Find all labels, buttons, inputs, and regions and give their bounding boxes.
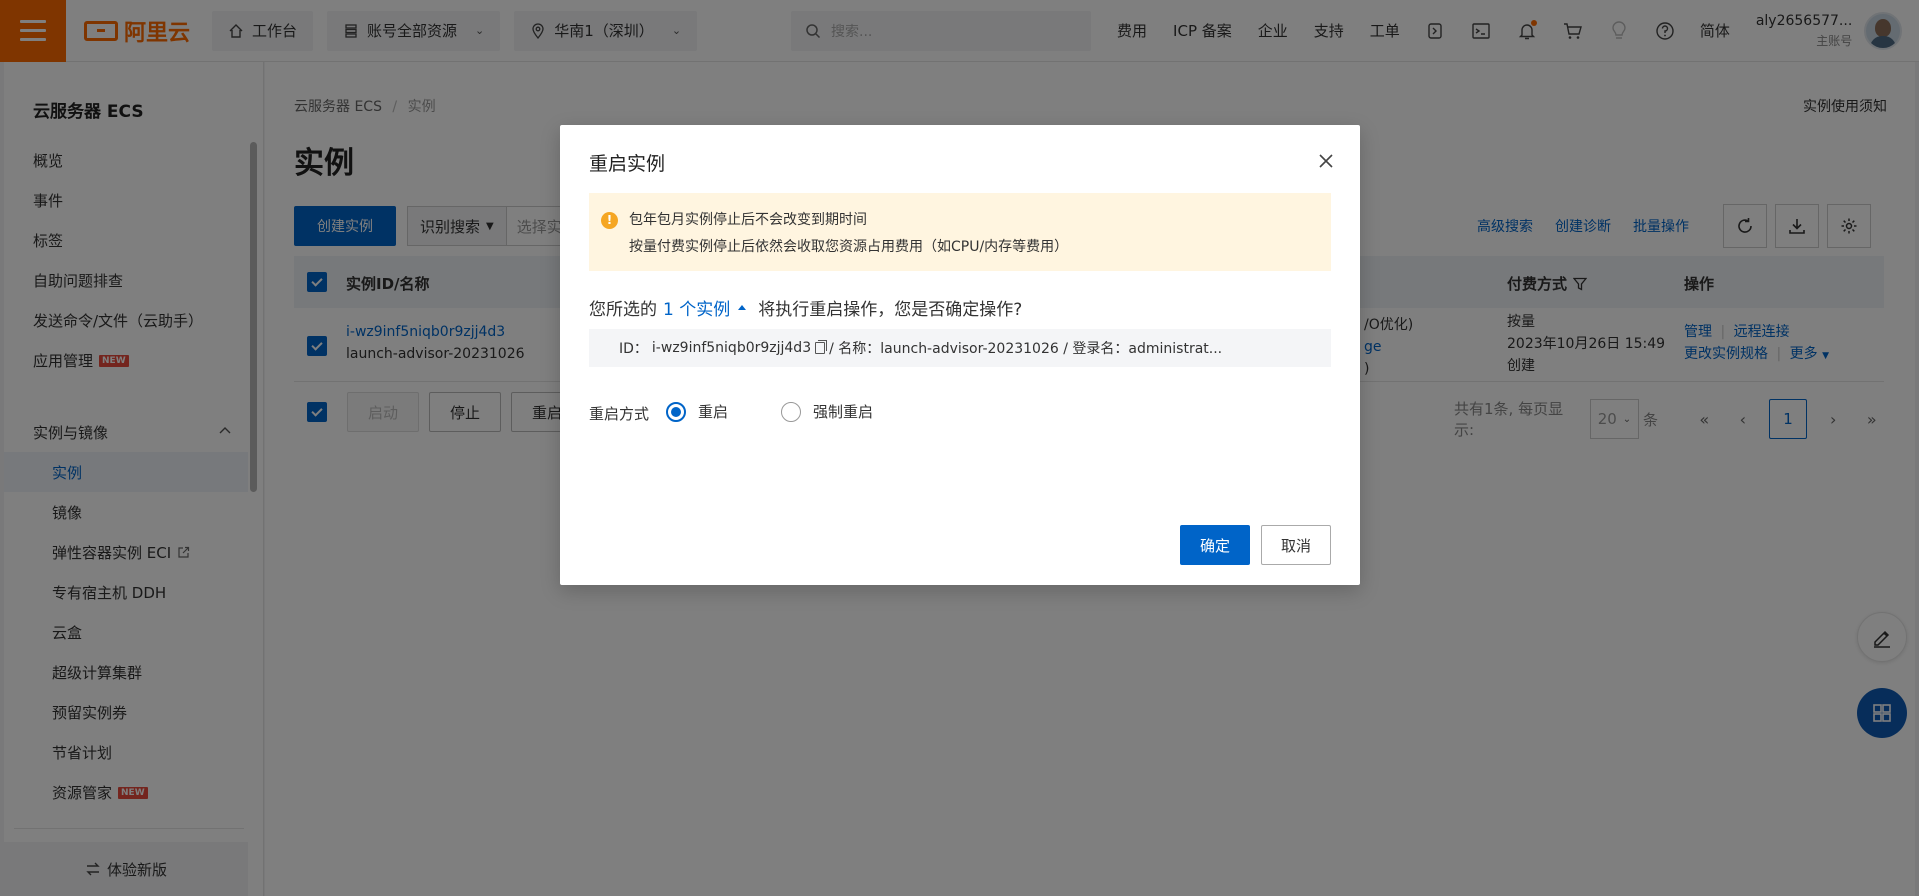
radio-restart[interactable]: 重启 bbox=[666, 401, 728, 422]
caret-up-icon[interactable] bbox=[738, 305, 747, 310]
id-label: ID： bbox=[619, 341, 648, 357]
radio-unselected-indicator[interactable] bbox=[781, 401, 801, 422]
copy-icon[interactable] bbox=[815, 340, 828, 354]
warning-notice: ! 包年包月实例停止后不会改变到期时间 按量付费实例停止后依然会收取您资源占用费… bbox=[589, 193, 1331, 271]
close-icon[interactable] bbox=[1316, 151, 1336, 171]
radio-selected-indicator[interactable] bbox=[666, 401, 686, 422]
selected-count-toggle[interactable]: 1 个实例 bbox=[663, 295, 730, 320]
warning-line-1: 包年包月实例停止后不会改变到期时间 bbox=[629, 212, 867, 228]
instance-id-value: i-wz9inf5niqb0r9zjj4d3 bbox=[651, 340, 812, 356]
radio-force-restart[interactable]: 强制重启 bbox=[781, 401, 873, 422]
warning-line-2: 按量付费实例停止后依然会收取您资源占用费用（如CPU/内存等费用） bbox=[629, 239, 1069, 255]
instance-name-login: / 名称：launch-advisor-20231026 / 登录名：admin… bbox=[829, 341, 1223, 357]
dialog-title: 重启实例 bbox=[589, 153, 666, 175]
confirm-question: 您所选的 1 个实例 将执行重启操作，您是否确定操作? bbox=[589, 295, 1022, 320]
selected-instance-info: ID： i-wz9inf5niqb0r9zjj4d3 / 名称：launch-a… bbox=[589, 329, 1331, 367]
restart-instance-dialog: 重启实例 ! 包年包月实例停止后不会改变到期时间 按量付费实例停止后依然会收取您… bbox=[560, 125, 1360, 585]
radio-force-restart-label: 强制重启 bbox=[813, 403, 874, 421]
radio-restart-label: 重启 bbox=[698, 403, 729, 421]
question-prefix: 您所选的 bbox=[589, 300, 657, 320]
question-suffix: 将执行重启操作，您是否确定操作? bbox=[758, 300, 1023, 320]
restart-mode-label: 重启方式 bbox=[589, 405, 650, 423]
confirm-button[interactable]: 确定 bbox=[1180, 525, 1250, 565]
warning-icon: ! bbox=[601, 212, 618, 229]
cancel-button[interactable]: 取消 bbox=[1261, 525, 1331, 565]
